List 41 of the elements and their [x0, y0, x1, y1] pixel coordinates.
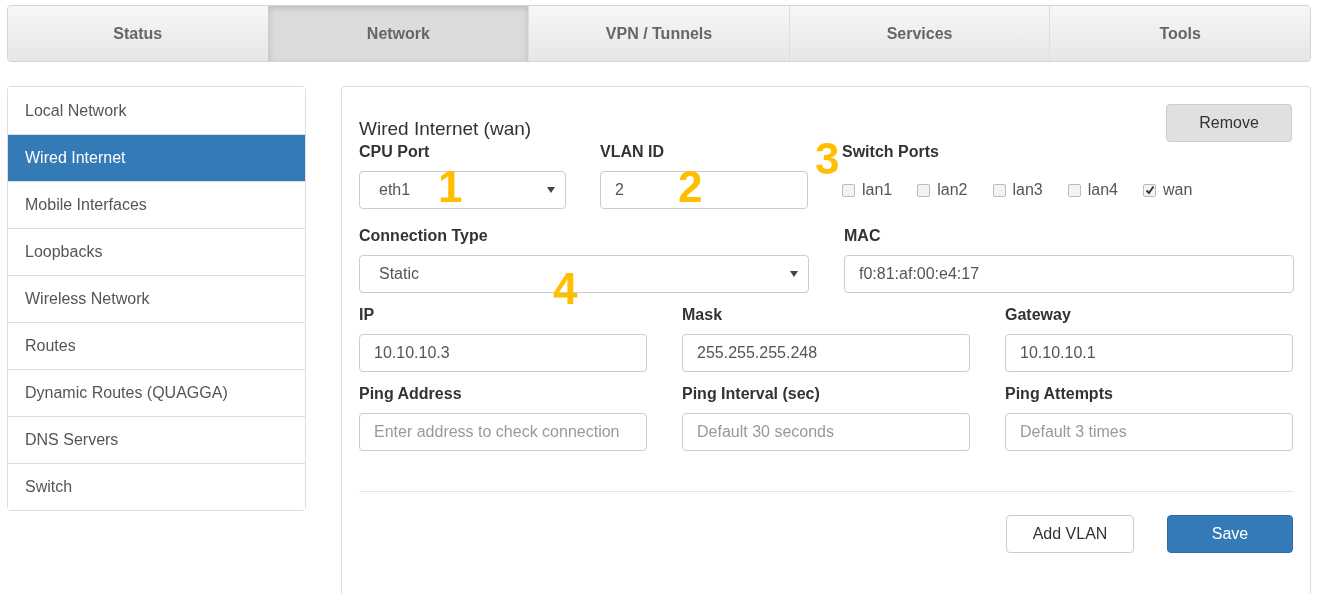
input-field[interactable]: 2 2	[600, 171, 808, 209]
checkbox-label: wan	[1163, 180, 1193, 200]
field-label: Ping Interval (sec)	[682, 384, 821, 404]
select-field[interactable]: eth1 1	[359, 171, 566, 209]
input-field[interactable]: 10.10.10.3	[359, 334, 647, 372]
remove-button[interactable]: Remove	[1166, 104, 1292, 142]
checkbox-label: lan3	[1012, 180, 1043, 200]
checkbox[interactable]	[1143, 183, 1156, 197]
nav-tab[interactable]: Tools	[1049, 6, 1310, 61]
field-label: Ping Attempts	[1005, 384, 1114, 404]
input-field[interactable]: 10.10.10.1	[1005, 334, 1293, 372]
nav-tab[interactable]: Status	[8, 6, 268, 61]
checkbox-label: lan4	[1087, 180, 1118, 200]
nav-tab[interactable]: Network	[267, 6, 529, 61]
field-label: MAC	[844, 226, 882, 246]
checkbox-label: lan1	[862, 180, 893, 200]
input-field[interactable]: 255.255.255.248	[682, 334, 970, 372]
checkbox-label: lan2	[937, 180, 968, 200]
panel-title: Wired Internet (wan)	[359, 117, 532, 141]
field-label: Switch Ports	[842, 142, 940, 162]
field-label: Connection Type	[359, 226, 489, 246]
checkbox[interactable]	[1067, 183, 1081, 197]
sidebar-item[interactable]: Switch	[8, 463, 305, 510]
input-field[interactable]: f0:81:af:00:e4:17	[844, 255, 1294, 293]
add-vlan-button[interactable]: Add VLAN	[1006, 515, 1134, 553]
save-button[interactable]: Save	[1167, 515, 1293, 553]
field-label: Mask	[682, 305, 724, 325]
nav-tab[interactable]: VPN / Tunnels	[528, 6, 789, 61]
field-label: VLAN ID	[600, 142, 665, 162]
checkbox[interactable]	[842, 183, 855, 197]
field-label: IP	[359, 305, 376, 325]
field-label: Ping Address	[359, 384, 463, 404]
callout-number: 3	[815, 133, 840, 185]
nav-tab[interactable]: Services	[788, 6, 1050, 61]
checkbox[interactable]	[917, 183, 931, 197]
field-label: Gateway	[1005, 305, 1072, 325]
field-label: CPU Port	[359, 142, 431, 162]
caret-icon	[790, 271, 798, 277]
sidebar-item[interactable]: Wired Internet	[8, 134, 305, 181]
caret-icon	[547, 187, 555, 193]
checkbox[interactable]	[992, 183, 1006, 197]
